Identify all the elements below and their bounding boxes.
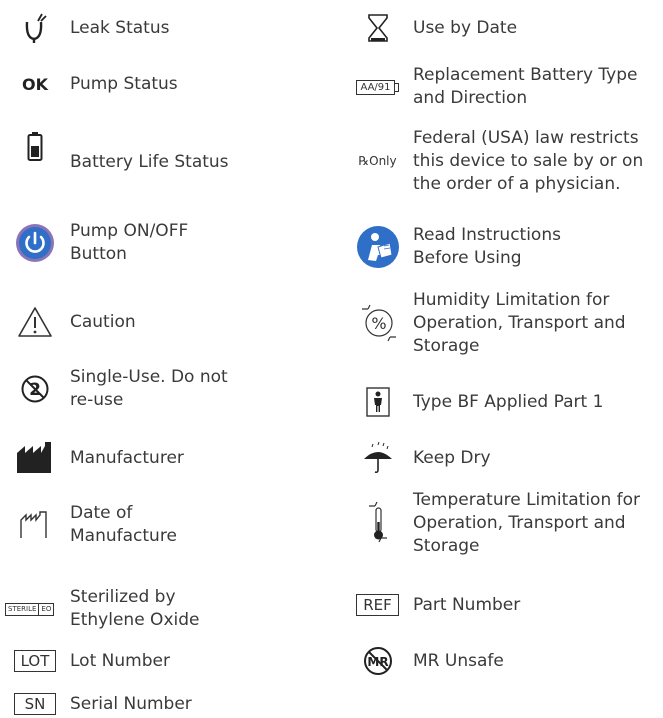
symbol-label: Lot Number: [70, 650, 170, 671]
symbol-entry-single-use: 2 Single-Use. Do not re-use: [0, 364, 228, 414]
symbol-label: Federal (USA) law restricts this device …: [413, 127, 644, 194]
symbol-entry-battery-type: AA/91 Replacement Battery Type and Direc…: [342, 62, 637, 112]
symbol-entry-temperature: Temperature Limitation for Operation, Tr…: [342, 486, 640, 560]
symbol-label: Pump ON/OFF Button: [70, 221, 189, 264]
symbol-entry-humidity: % Humidity Limitation for Operation, Tra…: [342, 286, 626, 360]
symbol-label: Read Instructions Before Using: [413, 225, 561, 268]
sterile-eo-icon: STERILE EO: [0, 602, 70, 616]
symbol-entry-sterile-eo: STERILE EO Sterilized by Ethylene Oxide: [0, 584, 199, 634]
symbol-entry-manufacturer: Manufacturer: [0, 438, 184, 478]
symbol-entry-date-of-manufacture: Date of Manufacture: [0, 500, 177, 550]
rx-only-icon: ℞Only: [358, 154, 397, 168]
power-icon: [0, 223, 70, 263]
symbol-entry-leak: Leak Status: [0, 8, 169, 48]
symbol-entry-type-bf: Type BF Applied Part 1: [342, 380, 603, 424]
symbol-entry-caution: Caution: [0, 302, 136, 342]
symbol-label: Part Number: [413, 594, 521, 615]
symbol-entry-rx-only: ℞Only Federal (USA) law restricts this d…: [342, 124, 643, 198]
symbol-label: Serial Number: [70, 693, 192, 714]
symbol-entry-lot: LOT Lot Number: [0, 646, 170, 676]
sn-icon: SN: [13, 693, 57, 715]
battery-icon: [0, 132, 70, 162]
hourglass-icon: [342, 13, 413, 43]
symbol-label: Caution: [70, 311, 136, 332]
symbol-entry-read-instructions: Read Instructions Before Using: [342, 222, 561, 272]
symbol-label: Date of Manufacture: [70, 503, 177, 546]
symbol-label: Pump Status: [70, 73, 178, 94]
ref-icon: REF: [356, 594, 399, 616]
battery-type-icon: AA/91: [342, 79, 413, 95]
symbol-entry-pump-status: OK Pump Status: [0, 64, 178, 104]
leak-icon: [0, 12, 70, 44]
read-instructions-icon: [342, 225, 413, 269]
symbol-entry-ref: REF Part Number: [342, 590, 520, 620]
mr-unsafe-icon: MR: [342, 646, 413, 676]
symbol-entry-mr-unsafe: MR MR Unsafe: [342, 645, 504, 677]
symbol-label: Type BF Applied Part 1: [413, 391, 604, 412]
symbol-entry-battery: Battery Life Status: [0, 132, 229, 182]
symbol-label: Battery Life Status: [70, 151, 229, 172]
symbol-entry-keep-dry: Keep Dry: [342, 438, 491, 478]
symbol-label: Single-Use. Do not re-use: [70, 367, 228, 410]
date-of-manufacture-icon: [0, 511, 70, 539]
symbol-entry-power: Pump ON/OFF Button: [0, 218, 188, 268]
symbol-label: Replacement Battery Type and Direction: [413, 65, 638, 108]
symbol-label: Use by Date: [413, 17, 518, 38]
svg-text:%: %: [371, 314, 386, 333]
caution-icon: [0, 306, 70, 338]
temperature-icon: [342, 498, 413, 548]
symbol-label: Sterilized by Ethylene Oxide: [70, 587, 200, 630]
symbol-label: Humidity Limitation for Operation, Trans…: [413, 289, 626, 356]
symbol-label: MR Unsafe: [413, 650, 504, 671]
lot-icon: LOT: [13, 650, 57, 672]
keep-dry-icon: [342, 441, 413, 475]
manufacturer-icon: [0, 442, 70, 474]
symbol-label: Leak Status: [70, 17, 170, 38]
symbol-label: Temperature Limitation for Operation, Tr…: [413, 489, 640, 556]
type-bf-icon: [342, 387, 413, 417]
symbol-label: Manufacturer: [70, 447, 184, 468]
humidity-icon: %: [342, 299, 413, 347]
ok-text-icon: OK: [22, 74, 48, 94]
single-use-icon: 2: [0, 374, 70, 404]
symbol-entry-use-by: Use by Date: [342, 8, 517, 48]
symbol-label: Keep Dry: [413, 447, 491, 468]
